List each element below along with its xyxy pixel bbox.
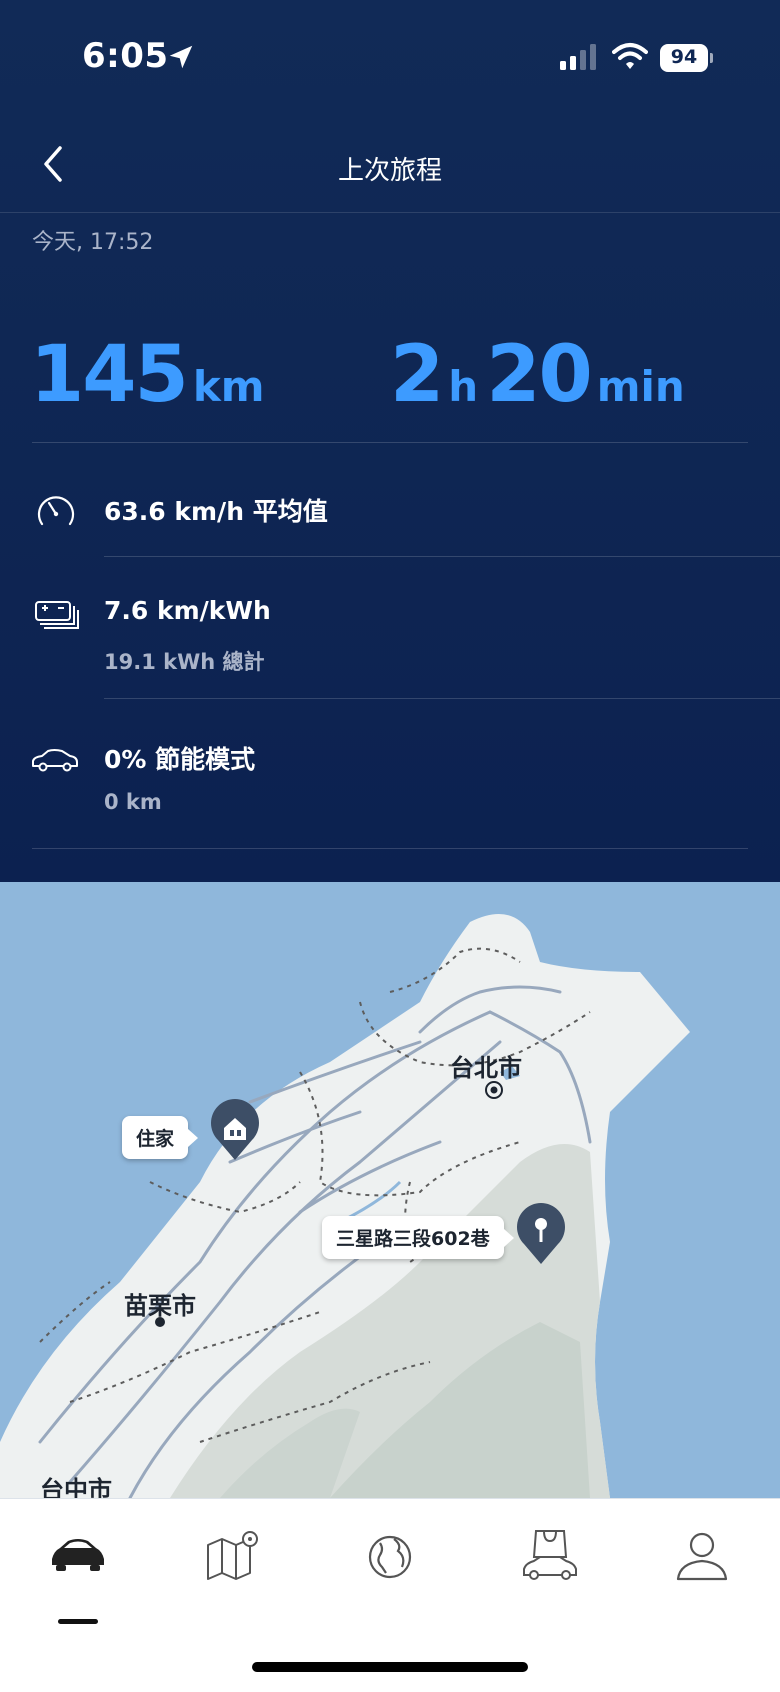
location-arrow-icon — [169, 45, 193, 69]
tab-profile[interactable] — [662, 1527, 742, 1607]
tab-explore[interactable] — [350, 1527, 430, 1607]
car-eco-icon — [32, 749, 78, 772]
tab-map[interactable] — [196, 1527, 276, 1607]
city-label-miaoli: 苗栗市 — [124, 1292, 196, 1320]
city-label-taipei: 台北市 — [450, 1054, 522, 1082]
distance-unit: km — [192, 362, 265, 411]
energy-efficiency: 7.6 km/kWh — [104, 596, 271, 625]
stats-divider — [104, 556, 780, 557]
avg-speed: 63.6 km/h 平均值 — [104, 497, 328, 526]
duration-minutes: 20 — [486, 330, 593, 420]
tab-car[interactable] — [38, 1527, 118, 1624]
trip-map[interactable]: 台北市 苗栗市 台中市 住家 三星路三段602巷 — [0, 882, 780, 1498]
car-icon — [52, 1539, 104, 1571]
car-shop-icon — [523, 1530, 577, 1580]
map-canvas — [0, 914, 690, 1498]
metrics-divider — [32, 442, 748, 443]
eco-mode-distance: 0 km — [104, 790, 162, 814]
wifi-icon — [612, 43, 648, 69]
nav-header: 上次旅程 — [0, 112, 780, 213]
tab-shop[interactable] — [510, 1527, 590, 1607]
trip-summary-panel: 6:05 94 上次旅程 今天, 17:52 145 km 2h20 min 6… — [0, 0, 780, 882]
stats-divider — [32, 848, 748, 849]
globe-icon — [368, 1535, 412, 1579]
start-location-label[interactable]: 住家 — [122, 1116, 199, 1159]
battery-level: 94 — [670, 46, 698, 68]
active-tab-indicator — [58, 1619, 98, 1624]
city-label-taichung: 台中市 — [40, 1476, 112, 1498]
end-location-label[interactable]: 三星路三段602巷 — [322, 1216, 514, 1259]
distance-value: 145 — [30, 330, 189, 420]
speedometer-icon — [37, 496, 75, 526]
trip-date: 今天, 17:52 — [32, 230, 154, 255]
trip-duration: 2 h 20 min — [390, 330, 693, 420]
home-indicator — [252, 1662, 528, 1672]
status-bar: 6:05 94 — [0, 0, 780, 112]
status-time: 6:05 — [82, 36, 169, 76]
duration-hours-unit: h — [448, 362, 479, 411]
battery-consumption-icon — [35, 601, 79, 629]
eco-mode-share: 0% 節能模式 — [104, 745, 256, 774]
home-pin-icon[interactable] — [208, 1098, 262, 1162]
duration-minutes-unit: min — [596, 362, 685, 411]
map-pin-icon — [207, 1531, 258, 1580]
stats-divider — [104, 698, 780, 699]
destination-pin-icon[interactable] — [514, 1202, 568, 1266]
duration-hours: 2 — [390, 330, 444, 420]
profile-icon — [676, 1532, 728, 1581]
battery-icon: 94 — [660, 44, 713, 72]
signal-icon — [560, 44, 596, 70]
page-title: 上次旅程 — [337, 156, 442, 186]
trip-distance: 145 km — [30, 330, 273, 420]
energy-total: 19.1 kWh 總計 — [104, 650, 265, 674]
